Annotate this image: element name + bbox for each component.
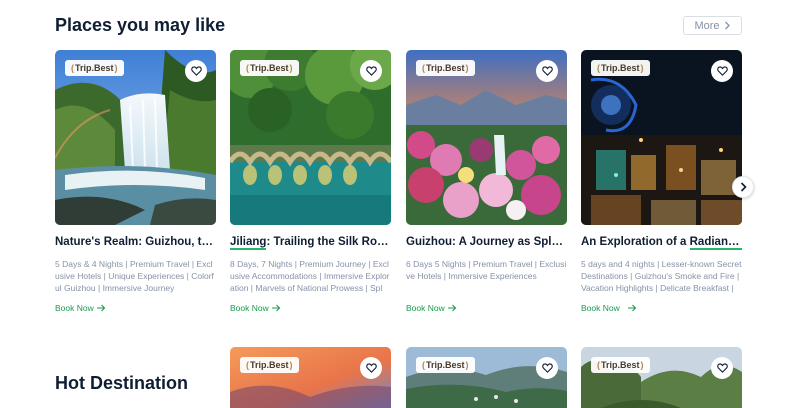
- destination-card[interactable]: (Trip.Best): [230, 347, 391, 408]
- chevron-right-icon: [740, 182, 747, 192]
- laurel-icon: ): [640, 360, 644, 370]
- product-card[interactable]: (Trip.Best) An Exploration of a Radiant …: [581, 50, 742, 313]
- card-image-bridge[interactable]: (Trip.Best): [230, 50, 391, 225]
- laurel-icon: (: [597, 63, 600, 73]
- trip-best-badge: (Trip.Best): [240, 60, 299, 76]
- heart-icon: [365, 66, 377, 76]
- heart-icon: [541, 66, 553, 76]
- card-description: 5 Days & 4 Nights | Premium Travel | Exc…: [55, 259, 214, 293]
- favorite-button[interactable]: [360, 357, 382, 379]
- arrow-right-icon: [96, 304, 106, 312]
- favorite-button[interactable]: [711, 357, 733, 379]
- chevron-right-icon: [724, 21, 730, 30]
- card-title-highlight: Jiliang: [230, 236, 267, 250]
- favorite-button[interactable]: [711, 60, 733, 82]
- arrow-right-icon: [627, 304, 637, 312]
- card-image-night-town[interactable]: (Trip.Best): [581, 50, 742, 225]
- destination-card[interactable]: (Trip.Best): [406, 347, 567, 408]
- card-title[interactable]: Guizhou: A Journey as Splen...: [406, 234, 567, 250]
- laurel-icon: (: [422, 360, 425, 370]
- favorite-button[interactable]: [536, 60, 558, 82]
- trip-best-badge: (Trip.Best): [65, 60, 124, 76]
- card-title[interactable]: Nature's Realm: Guizhou, the...: [55, 234, 216, 250]
- book-now-link[interactable]: Book Now: [55, 303, 216, 313]
- laurel-icon: (: [71, 63, 74, 73]
- more-button[interactable]: More: [683, 16, 742, 35]
- laurel-icon: ): [465, 63, 469, 73]
- favorite-button[interactable]: [536, 357, 558, 379]
- trip-best-badge: (Trip.Best): [591, 60, 650, 76]
- laurel-icon: (: [422, 63, 425, 73]
- laurel-icon: (: [246, 360, 249, 370]
- carousel-next-button[interactable]: [732, 176, 754, 198]
- laurel-icon: ): [289, 63, 293, 73]
- card-image-flowers[interactable]: (Trip.Best): [406, 50, 567, 225]
- product-card[interactable]: (Trip.Best) Jiliang: Trailing the Silk R…: [230, 50, 391, 313]
- laurel-icon: ): [114, 63, 118, 73]
- section-title-hot-destination: Hot Destination: [55, 373, 188, 393]
- book-now-link[interactable]: Book Now: [581, 303, 742, 313]
- section-title-places: Places you may like: [55, 15, 226, 35]
- card-title-highlight: Radiant ...: [689, 236, 742, 250]
- card-description: 5 days and 4 nights | Lesser-known Secre…: [581, 259, 742, 293]
- book-now-link[interactable]: Book Now: [406, 303, 567, 313]
- favorite-button[interactable]: [185, 60, 207, 82]
- heart-icon: [365, 363, 377, 373]
- card-title[interactable]: An Exploration of a Radiant ...: [581, 234, 742, 250]
- product-card[interactable]: (Trip.Best) Guizhou: A Journey as Splen.…: [406, 50, 567, 313]
- card-description: 6 Days 5 Nights | Premium Travel | Exclu…: [406, 259, 567, 281]
- heart-icon: [541, 363, 553, 373]
- book-now-link[interactable]: Book Now: [230, 303, 391, 313]
- laurel-icon: ): [640, 63, 644, 73]
- destination-card[interactable]: (Trip.Best): [581, 347, 742, 408]
- card-image-waterfall[interactable]: (Trip.Best): [55, 50, 216, 225]
- trip-best-badge: (Trip.Best): [416, 60, 475, 76]
- arrow-right-icon: [447, 304, 457, 312]
- trip-best-badge: (Trip.Best): [416, 357, 475, 373]
- laurel-icon: ): [289, 360, 293, 370]
- page: Places you may like More (Trip.Best) N…: [0, 0, 800, 408]
- laurel-icon: ): [465, 360, 469, 370]
- card-description: 8 Days, 7 Nights | Premium Journey | Exc…: [230, 259, 390, 293]
- heart-icon: [716, 66, 728, 76]
- more-label: More: [694, 19, 720, 32]
- trip-best-badge: (Trip.Best): [240, 357, 299, 373]
- heart-icon: [190, 66, 202, 76]
- laurel-icon: (: [597, 360, 600, 370]
- heart-icon: [716, 363, 728, 373]
- favorite-button[interactable]: [360, 60, 382, 82]
- product-card[interactable]: (Trip.Best) Nature's Realm: Guizhou, the…: [55, 50, 216, 313]
- arrow-right-icon: [271, 304, 281, 312]
- card-title[interactable]: Jiliang: Trailing the Silk Road...: [230, 234, 391, 250]
- laurel-icon: (: [246, 63, 249, 73]
- trip-best-badge: (Trip.Best): [591, 357, 650, 373]
